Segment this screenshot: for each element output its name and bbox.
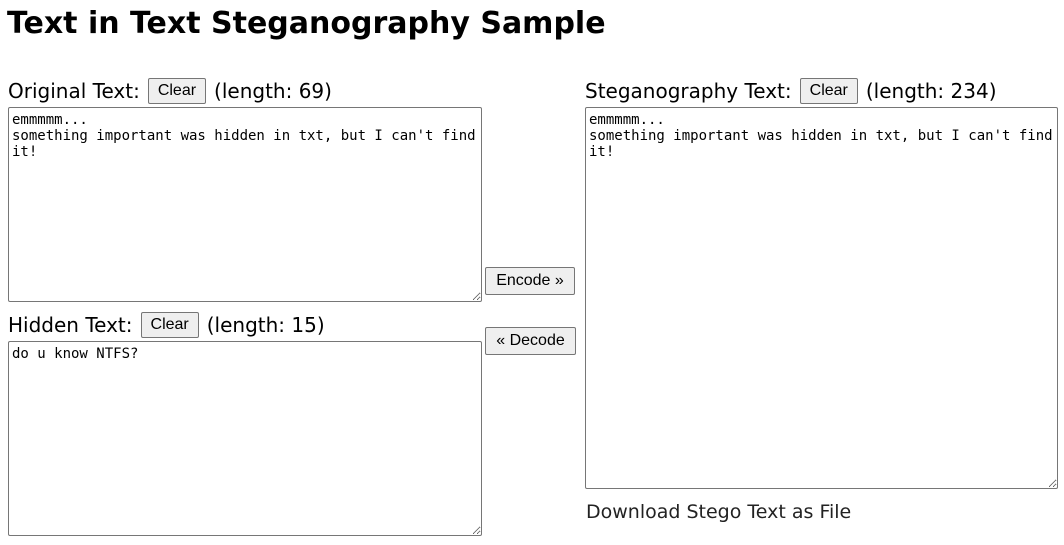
original-text-header: Original Text: Clear (length: 69) [8, 77, 332, 105]
original-text-area[interactable]: emmmmm... something important was hidden… [8, 107, 482, 302]
stego-text-header: Steganography Text: Clear (length: 234) [585, 77, 997, 105]
clear-hidden-button[interactable]: Clear [140, 312, 199, 338]
clear-original-button[interactable]: Clear [147, 78, 207, 104]
stego-text-label: Steganography Text: [585, 79, 792, 103]
stego-length-label: (length: 234) [865, 79, 997, 103]
original-length-label: (length: 69) [214, 79, 332, 103]
encode-button[interactable]: Encode » [485, 267, 575, 295]
page: Text in Text Steganography Sample Origin… [0, 0, 1064, 545]
hidden-text-label: Hidden Text: [8, 313, 133, 337]
stego-text-area[interactable]: emmmmm... something important was hidden… [585, 107, 1058, 489]
download-stego-link[interactable]: Download Stego Text as File [586, 499, 851, 525]
original-text-label: Original Text: [8, 79, 140, 103]
hidden-length-label: (length: 15) [206, 313, 325, 337]
hidden-text-area[interactable]: do u know NTFS? [8, 341, 482, 536]
decode-button[interactable]: « Decode [485, 327, 576, 355]
page-title: Text in Text Steganography Sample [7, 6, 606, 41]
hidden-text-header: Hidden Text: Clear (length: 15) [8, 311, 325, 339]
clear-stego-button[interactable]: Clear [799, 78, 858, 104]
